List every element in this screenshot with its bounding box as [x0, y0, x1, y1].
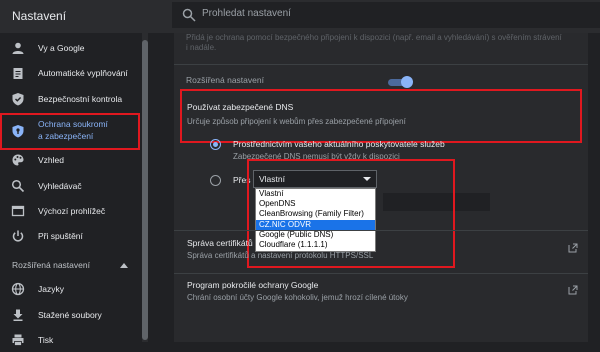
advanced-protection-title: Program pokročilé ochrany Google [187, 280, 319, 290]
sidebar-item-label: Automatické vyplňování [38, 67, 128, 78]
sidebar: Vy a Google Automatické vyplňování Bezpe… [0, 33, 148, 346]
sidebar-item-label: Vyhledávač [38, 180, 82, 191]
divider [174, 64, 588, 65]
search-icon [182, 8, 196, 22]
sidebar-item-label: Tisk [38, 334, 54, 345]
palette-icon [12, 154, 24, 166]
divider [174, 273, 588, 274]
divider [174, 230, 588, 231]
sidebar-item-on-startup[interactable]: Při spuštění [0, 224, 148, 248]
external-link-icon[interactable] [568, 285, 578, 295]
power-icon [12, 230, 24, 242]
radio-custom-provider[interactable] [210, 175, 221, 186]
globe-icon [11, 282, 25, 296]
section-title: Rozšířená nastavení [186, 75, 264, 85]
download-icon [13, 309, 23, 321]
sidebar-item-languages[interactable]: Jazyky [0, 277, 148, 301]
sidebar-item-label: Při spuštění [38, 230, 83, 241]
sidebar-item-label: Vzhled [38, 154, 64, 165]
clipboard-icon [13, 68, 23, 79]
sidebar-item-downloads[interactable]: Stažené soubory [0, 303, 148, 327]
highlight-box-sidebar [0, 113, 140, 150]
sidebar-item-you-and-google[interactable]: Vy a Google [0, 36, 148, 60]
radio-current-provider-label: Prostřednictvím vašeho aktuálního poskyt… [233, 139, 445, 149]
certificates-title: Správa certifikátů [187, 238, 253, 248]
dns-toggle-knob[interactable] [401, 76, 413, 88]
sidebar-item-label: Bezpečnostní kontrola [38, 93, 123, 104]
sidebar-item-label: Stažené soubory [38, 309, 102, 320]
radio-current-provider[interactable] [210, 139, 221, 150]
top-bar: Nastavení Prohledat nastavení [0, 0, 600, 33]
browser-icon [11, 205, 25, 217]
highlight-box-dns [180, 89, 582, 143]
shield-check-icon [12, 93, 24, 106]
sidebar-advanced-section[interactable]: Rozšířená nastavení [12, 260, 90, 270]
app-title: Nastavení [12, 9, 67, 23]
sidebar-item-search-engine[interactable]: Vyhledávač [0, 174, 148, 198]
sidebar-scrollbar-thumb[interactable] [142, 40, 148, 340]
external-link-icon[interactable] [568, 243, 578, 253]
sidebar-item-safety-check[interactable]: Bezpečnostní kontrola [0, 87, 148, 111]
search-placeholder: Prohledat nastavení [202, 8, 291, 19]
sidebar-item-default-browser[interactable]: Výchozí prohlížeč [0, 199, 148, 223]
chevron-up-icon[interactable] [120, 262, 128, 268]
faded-text: Přidá je ochrana pomocí bezpečného připo… [186, 33, 562, 53]
search-icon [11, 179, 25, 193]
advanced-section-label: Rozšířená nastavení [12, 260, 90, 270]
sidebar-item-print[interactable]: Tisk [0, 328, 148, 352]
certificates-subtitle: Správa certifikátů a nastavení protokolu… [187, 251, 374, 260]
sidebar-item-appearance[interactable]: Vzhled [0, 148, 148, 172]
sidebar-item-label: Vy a Google [38, 42, 85, 53]
sidebar-item-label: Jazyky [38, 283, 64, 294]
printer-icon [12, 334, 24, 346]
faded-text-line2: i nadále. [186, 43, 217, 52]
sidebar-item-label: Výchozí prohlížeč [38, 205, 106, 216]
person-icon [12, 42, 24, 54]
sidebar-item-autofill[interactable]: Automatické vyplňování [0, 61, 148, 85]
search-input[interactable]: Prohledat nastavení [172, 2, 600, 28]
faded-text-line1: Přidá je ochrana pomocí bezpečného připo… [186, 33, 562, 42]
advanced-protection-subtitle: Chrání osobní účty Google kohokoliv, jem… [187, 293, 408, 302]
